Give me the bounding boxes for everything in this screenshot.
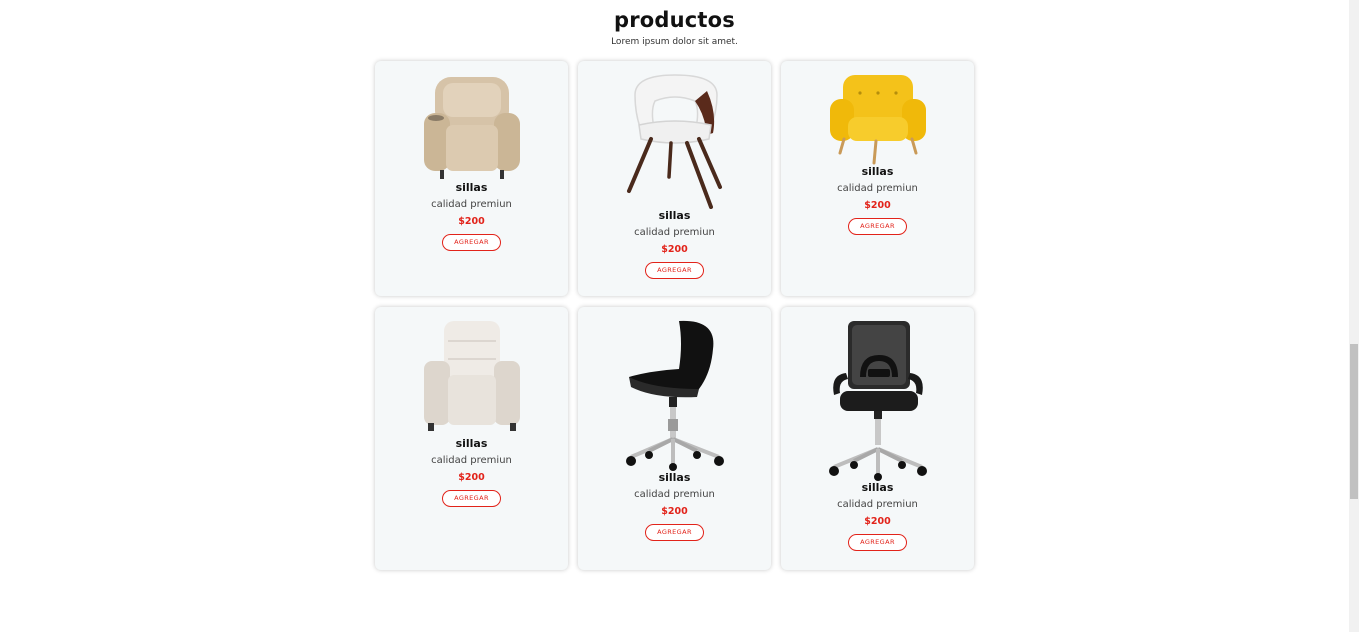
product-name: sillas (861, 481, 894, 494)
product-price: $200 (864, 200, 891, 211)
product-name: sillas (455, 437, 488, 450)
white-wood-chair-image (626, 74, 722, 209)
add-to-cart-button[interactable]: AGREGAR (848, 218, 907, 235)
product-card: sillas calidad premiun $200 AGREGAR (578, 61, 771, 296)
black-swivel-chair-image (625, 320, 724, 471)
product-price: $200 (864, 516, 891, 527)
product-price: $200 (661, 244, 688, 255)
product-price: $200 (458, 216, 485, 227)
add-to-cart-button[interactable]: AGREGAR (645, 524, 704, 541)
page: productos Lorem ipsum dolor sit amet. si… (0, 0, 1359, 632)
product-name: sillas (658, 209, 691, 222)
add-to-cart-button[interactable]: AGREGAR (645, 262, 704, 279)
section-header: productos Lorem ipsum dolor sit amet. (0, 6, 1349, 48)
beige-recliner-image (423, 77, 520, 179)
vertical-scrollbar[interactable] (1349, 0, 1359, 632)
product-card: sillas calidad premiun $200 AGREGAR (375, 307, 568, 570)
product-price: $200 (458, 472, 485, 483)
product-name: sillas (861, 165, 894, 178)
product-card: sillas calidad premiun $200 AGREGAR (375, 61, 568, 296)
product-card: sillas calidad premiun $200 AGREGAR (781, 61, 974, 296)
product-card: sillas calidad premiun $200 AGREGAR (578, 307, 771, 570)
product-name: sillas (658, 471, 691, 484)
product-description: calidad premiun (837, 499, 918, 510)
product-description: calidad premiun (837, 183, 918, 194)
product-description: calidad premiun (431, 455, 512, 466)
product-card: sillas calidad premiun $200 AGREGAR (781, 307, 974, 570)
product-price: $200 (661, 506, 688, 517)
scrollbar-thumb[interactable] (1350, 344, 1358, 499)
cream-recliner-image (423, 321, 520, 431)
add-to-cart-button[interactable]: AGREGAR (848, 534, 907, 551)
product-description: calidad premiun (431, 199, 512, 210)
add-to-cart-button[interactable]: AGREGAR (442, 490, 501, 507)
yellow-armchair-image (829, 75, 926, 165)
mesh-office-chair-image (828, 321, 927, 481)
add-to-cart-button[interactable]: AGREGAR (442, 234, 501, 251)
section-subtitle: Lorem ipsum dolor sit amet. (611, 37, 738, 47)
product-description: calidad premiun (634, 489, 715, 500)
product-description: calidad premiun (634, 227, 715, 238)
product-name: sillas (455, 181, 488, 194)
section-title: productos (613, 8, 735, 32)
